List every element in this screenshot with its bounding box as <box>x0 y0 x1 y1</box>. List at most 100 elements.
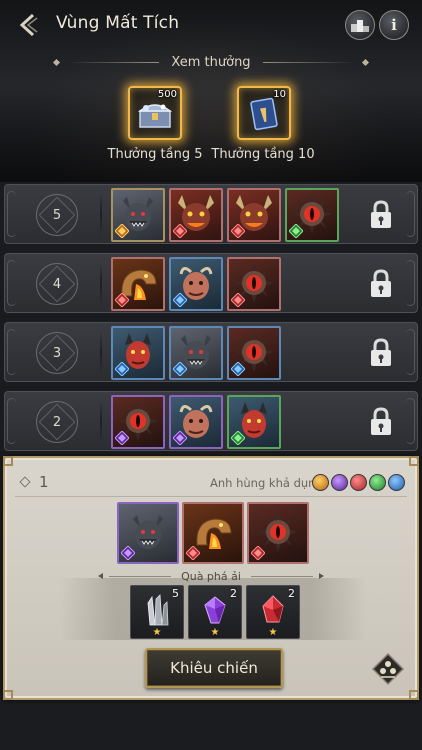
element-blue-icon <box>115 362 129 376</box>
star-icon: ★ <box>268 627 278 638</box>
floor-number-badge: 4 <box>36 263 78 305</box>
floor-row[interactable]: 4 <box>4 253 418 313</box>
floor-number: 5 <box>52 207 62 223</box>
crystal-shard-icon <box>147 594 169 626</box>
element-blue-icon[interactable] <box>388 474 405 491</box>
item-quantity: 5 <box>172 587 179 600</box>
divider-line <box>109 575 172 577</box>
chevron-left-icon <box>19 13 38 37</box>
floor-row[interactable]: 5 <box>4 184 418 244</box>
divider-line <box>67 61 160 63</box>
floor-number-badge: 5 <box>36 194 78 236</box>
selected-floor-number: 1 <box>39 473 49 491</box>
hero-portrait-demon-lord[interactable] <box>227 188 281 242</box>
reward-chest-floor-10[interactable]: 10 <box>237 86 291 140</box>
treasure-chest-icon <box>137 104 173 128</box>
gift-title: Quà phá ải <box>181 569 241 583</box>
hero-portrait-eye-beast[interactable] <box>227 257 281 311</box>
arrow-right-icon <box>318 573 324 579</box>
floor-divider <box>100 193 102 237</box>
bottom-strip <box>0 704 422 750</box>
panel-corner <box>409 456 419 466</box>
item-quantity: 2 <box>230 587 237 600</box>
element-green-icon[interactable] <box>369 474 386 491</box>
floor-number: 4 <box>52 276 62 292</box>
chest-label: Thưởng tầng 5 <box>107 147 203 162</box>
hero-portrait-horned-ogre[interactable] <box>169 257 223 311</box>
element-orange-icon[interactable] <box>312 474 329 491</box>
floor-number-badge: 3 <box>36 332 78 374</box>
purple-gem-icon <box>204 596 226 624</box>
star-icon: ★ <box>152 627 162 638</box>
lock-button[interactable] <box>367 406 395 438</box>
hero-portrait-eye-beast[interactable] <box>247 502 309 564</box>
lock-button[interactable] <box>367 268 395 300</box>
element-blue-icon <box>173 362 187 376</box>
hero-portrait-werewolf[interactable] <box>169 326 223 380</box>
element-blue-icon <box>173 293 187 307</box>
hero-portrait-werewolf[interactable] <box>117 502 179 564</box>
lock-button[interactable] <box>367 199 395 231</box>
panel-corner <box>3 690 13 700</box>
element-purple-icon <box>121 546 135 560</box>
element-green-icon <box>231 431 245 445</box>
chest-label: Thưởng tầng 10 <box>211 147 315 162</box>
hero-portrait-werewolf[interactable] <box>111 188 165 242</box>
floor-number: 2 <box>52 414 62 430</box>
divider-diamond <box>361 58 369 66</box>
hero-portrait-red-imp[interactable] <box>111 326 165 380</box>
element-green-icon <box>289 224 303 238</box>
reward-item-purple-gem[interactable]: 2 ★ <box>188 585 242 639</box>
reward-title[interactable]: Xem thưởng <box>167 55 254 70</box>
floor-divider <box>100 262 102 306</box>
reward-item-crystal[interactable]: 5 ★ <box>130 585 184 639</box>
reward-chest-floor-5[interactable]: 500 <box>128 86 182 140</box>
info-icon: i <box>391 16 397 34</box>
item-quantity: 2 <box>288 587 295 600</box>
divider-diamond <box>53 58 61 66</box>
lock-icon <box>371 338 391 366</box>
floor-row[interactable]: 3 <box>4 322 418 382</box>
ranking-button[interactable] <box>345 10 375 40</box>
hero-portrait-eye-beast[interactable] <box>111 395 165 449</box>
divider-line <box>262 61 355 63</box>
hero-portrait-fire-serpent[interactable] <box>182 502 244 564</box>
lock-icon <box>371 269 391 297</box>
lock-icon <box>371 200 391 228</box>
challenge-button[interactable]: Khiêu chiến <box>145 648 283 688</box>
panel-divider <box>15 496 407 497</box>
hero-portrait-eye-beast[interactable] <box>227 326 281 380</box>
formation-button[interactable] <box>371 652 405 686</box>
info-button[interactable]: i <box>379 10 409 40</box>
element-red-icon <box>231 224 245 238</box>
hero-portrait-fire-serpent[interactable] <box>111 257 165 311</box>
back-button[interactable] <box>12 8 46 42</box>
panel-corner <box>3 456 13 466</box>
panel-corner <box>409 690 419 700</box>
chest-count: 500 <box>157 89 177 100</box>
element-purple-icon <box>173 431 187 445</box>
floor-diamond-icon <box>19 476 31 488</box>
podium-icon <box>351 20 369 32</box>
lock-button[interactable] <box>367 337 395 369</box>
element-red-icon <box>186 546 200 560</box>
gift-title-row: Quà phá ải <box>5 568 417 584</box>
element-red-icon[interactable] <box>350 474 367 491</box>
arrow-left-icon <box>98 573 104 579</box>
element-purple-icon[interactable] <box>331 474 348 491</box>
hero-portrait-demon-lord[interactable] <box>169 188 223 242</box>
hero-portrait-horned-ogre[interactable] <box>169 395 223 449</box>
scroll-card-icon <box>250 97 278 131</box>
element-red-icon <box>115 293 129 307</box>
floor-number-badge: 2 <box>36 401 78 443</box>
hero-portrait-red-imp[interactable] <box>227 395 281 449</box>
red-gem-icon <box>262 595 284 623</box>
floor-row[interactable]: 2 <box>4 391 418 451</box>
reward-item-red-gem[interactable]: 2 ★ <box>246 585 300 639</box>
lock-icon <box>371 407 391 435</box>
page-title: Vùng Mất Tích <box>56 13 180 33</box>
forest-background <box>0 92 422 182</box>
hero-portrait-eye-beast[interactable] <box>285 188 339 242</box>
element-orange-icon <box>115 224 129 238</box>
reward-title-row: Xem thưởng <box>0 52 422 72</box>
